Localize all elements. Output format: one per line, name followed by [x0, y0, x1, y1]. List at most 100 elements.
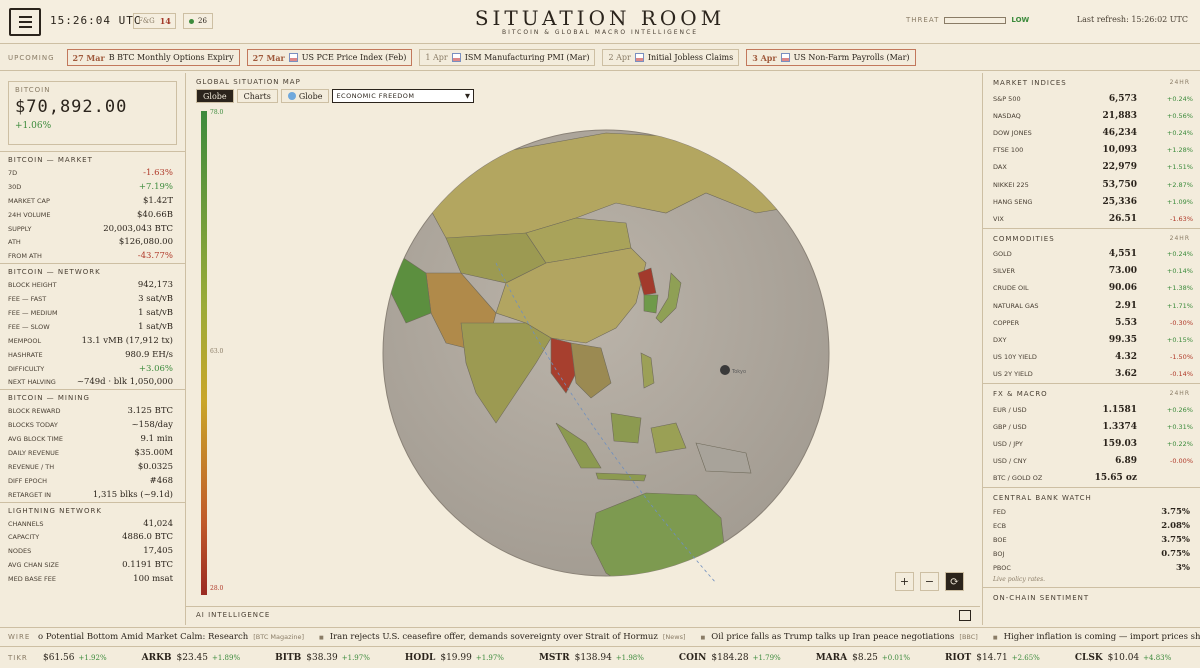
quote-label: NASDAQ	[993, 111, 1021, 120]
stat-row: MED BASE FEE 100 msat	[0, 572, 185, 586]
quote-row[interactable]: USD / JPY 159.03 +0.22%	[983, 435, 1200, 452]
quote-row[interactable]: NIKKEI 225 53,750 +2.87%	[983, 176, 1200, 193]
ticker-price: $138.94	[574, 652, 612, 663]
reset-view-button[interactable]: ⟳	[945, 572, 964, 591]
quote-label: EUR / USD	[993, 405, 1027, 414]
ticker-symbol: CLSK	[1074, 652, 1103, 663]
tab-globe[interactable]: Globe	[196, 89, 234, 103]
stat-row: NODES 17,405	[0, 544, 185, 558]
quote-row[interactable]: NATURAL GAS 2.91 +1.71%	[983, 297, 1200, 314]
central-bank-row: PBOC 3%	[983, 561, 1200, 575]
quote-row[interactable]: COPPER 5.53 -0.30%	[983, 314, 1200, 331]
quote-row[interactable]: CRUDE OIL 90.06 +1.38%	[983, 280, 1200, 297]
stat-value: 980.9 EH/s	[125, 349, 173, 360]
tab-charts[interactable]: Charts	[236, 89, 278, 103]
wire-item[interactable]: o Potential Bottom Amid Market Calm: Res…	[38, 632, 304, 642]
ticker-symbol: ARKB	[141, 652, 172, 663]
quote-row[interactable]: USD / CNY 6.89 -0.00%	[983, 453, 1200, 470]
stat-label: BLOCK HEIGHT	[8, 281, 57, 290]
ticker-item[interactable]: BITB $38.39 +1.97%	[275, 653, 370, 663]
stat-row: FEE — FAST 3 sat/vB	[0, 292, 185, 306]
quote-row[interactable]: FTSE 100 10,093 +1.28%	[983, 142, 1200, 159]
ticker-item[interactable]: COIN $184.28 +1.79%	[679, 653, 781, 663]
stat-row: BLOCK HEIGHT 942,173	[0, 278, 185, 292]
event-chip[interactable]: 27 Mar B BTC Monthly Options Expiry	[66, 49, 240, 66]
zoom-out-button[interactable]: −	[920, 572, 939, 591]
central-bank-rows: FED 3.75% ECB 2.08% BOE 3.75% BOJ 0.75% PBOC 3%	[983, 505, 1200, 575]
stat-row: NEXT HALVING ~749d · blk 1,050,000	[0, 375, 185, 389]
stat-label: MARKET CAP	[8, 196, 50, 205]
wire-item[interactable]: ■ Oil price falls as Trump talks up Iran …	[701, 632, 978, 642]
event-chip[interactable]: 2 Apr Initial Jobless Claims	[602, 49, 740, 66]
indices-header: MARKET INDICES 24HR	[993, 79, 1190, 87]
ticker-item[interactable]: $61.56 +1.92%	[38, 653, 107, 663]
ticker-price: $38.39	[306, 652, 338, 663]
country-northeast-green[interactable]	[805, 192, 836, 254]
quote-row[interactable]: HANG SENG 25,336 +1.09%	[983, 193, 1200, 210]
wire-headline: Oil price falls as Trump talks up Iran p…	[711, 631, 955, 642]
quote-row[interactable]: NASDAQ 21,883 +0.56%	[983, 107, 1200, 124]
threat-bar	[944, 16, 1007, 24]
quote-value: 22,979	[1102, 162, 1137, 173]
ticker-price: $8.25	[852, 652, 878, 663]
section-header: BITCOIN — MINING	[0, 389, 185, 404]
quote-row[interactable]: BTC / GOLD OZ 15.65 oz	[983, 470, 1200, 487]
quote-value: 25,336	[1102, 196, 1137, 207]
quote-row[interactable]: DOW JONES 46,234 +0.24%	[983, 124, 1200, 141]
ticker-item[interactable]: MARA $8.25 +0.01%	[816, 653, 910, 663]
ticker-symbol: BITB	[275, 652, 302, 663]
stat-value: ~158/day	[131, 420, 173, 431]
zoom-in-button[interactable]: +	[895, 572, 914, 591]
globe-map[interactable]: Tokyo	[376, 123, 836, 583]
ticker-item[interactable]: RIOT $14.71 +2.65%	[945, 653, 1040, 663]
quote-row[interactable]: GBP / USD 1.3374 +0.31%	[983, 418, 1200, 435]
quote-label: NIKKEI 225	[993, 180, 1029, 189]
quote-change: +1.38%	[1166, 284, 1193, 293]
wire-item[interactable]: ■ Higher inflation is coming — import pri…	[993, 632, 1200, 642]
stat-value: $0.0325	[137, 461, 173, 472]
map-marker-icon[interactable]	[720, 365, 730, 375]
quote-row[interactable]: SILVER 73.00 +0.14%	[983, 263, 1200, 280]
stat-row: MEMPOOL 13.1 vMB (17,912 tx)	[0, 334, 185, 348]
stat-label: 24H VOLUME	[8, 210, 51, 219]
quote-row[interactable]: US 2Y YIELD 3.62 -0.14%	[983, 366, 1200, 383]
quote-row[interactable]: VIX 26.51 -1.63%	[983, 210, 1200, 227]
ticker-item[interactable]: ARKB $23.45 +1.89%	[142, 653, 241, 663]
quote-row[interactable]: US 10Y YIELD 4.32 -1.50%	[983, 349, 1200, 366]
ticker-item[interactable]: MSTR $138.94 +1.98%	[539, 653, 644, 663]
stat-row: AVG CHAN SIZE 0.1191 BTC	[0, 558, 185, 572]
legend-min: 28.0	[210, 585, 224, 592]
ticker-items: $61.56 +1.92% ARKB $23.45 +1.89% BITB $38.39 +1…	[38, 653, 1200, 663]
expand-icon[interactable]	[959, 610, 971, 621]
map-title: GLOBAL SITUATION MAP	[196, 78, 301, 86]
layer-select[interactable]: ECONOMIC FREEDOM ▼	[332, 89, 475, 103]
country-new-zealand[interactable]	[770, 552, 785, 583]
ticker-item[interactable]: CLSK $10.04 +4.83%	[1075, 653, 1171, 663]
quote-row[interactable]: DAX 22,979 +1.51%	[983, 159, 1200, 176]
quote-value: 73.00	[1108, 266, 1137, 277]
threat-level: LOW	[1011, 16, 1030, 24]
header: 15:26:04 UTC F&G 14 26 SITUATION ROOM BIT…	[0, 0, 1200, 44]
stat-label: FEE — MEDIUM	[8, 308, 58, 317]
ai-intelligence-bar[interactable]: AI INTELLIGENCE	[186, 606, 980, 625]
central-bank-row: ECB 2.08%	[983, 519, 1200, 533]
stat-row: DIFFICULTY +3.06%	[0, 362, 185, 376]
event-chip[interactable]: 3 Apr US Non-Farm Payrolls (Mar)	[746, 49, 916, 66]
ticker-item[interactable]: HODL $19.99 +1.97%	[405, 653, 504, 663]
globe-mode-button[interactable]: Globe	[280, 89, 330, 103]
calendar-icon	[634, 53, 644, 62]
country-indonesia-borneo[interactable]	[610, 412, 642, 444]
quote-row[interactable]: DXY 99.35 +0.15%	[983, 331, 1200, 348]
stat-value: +3.06%	[138, 363, 173, 374]
quote-row[interactable]: S&P 500 6,573 +0.24%	[983, 90, 1200, 107]
wire-item[interactable]: ■ Iran rejects U.S. ceasefire offer, dema…	[319, 632, 686, 642]
ticker-price: $14.71	[976, 652, 1008, 663]
bank-label: PBOC	[993, 563, 1011, 572]
event-chip[interactable]: 27 Mar US PCE Price Index (Feb)	[246, 49, 413, 66]
quote-label: NATURAL GAS	[993, 301, 1039, 310]
country-south-korea[interactable]	[643, 294, 659, 314]
quote-row[interactable]: EUR / USD 1.1581 +0.26%	[983, 401, 1200, 418]
quote-row[interactable]: GOLD 4,551 +0.24%	[983, 246, 1200, 263]
event-chip[interactable]: 1 Apr ISM Manufacturing PMI (Mar)	[419, 49, 596, 66]
quote-change: +1.71%	[1166, 301, 1193, 310]
